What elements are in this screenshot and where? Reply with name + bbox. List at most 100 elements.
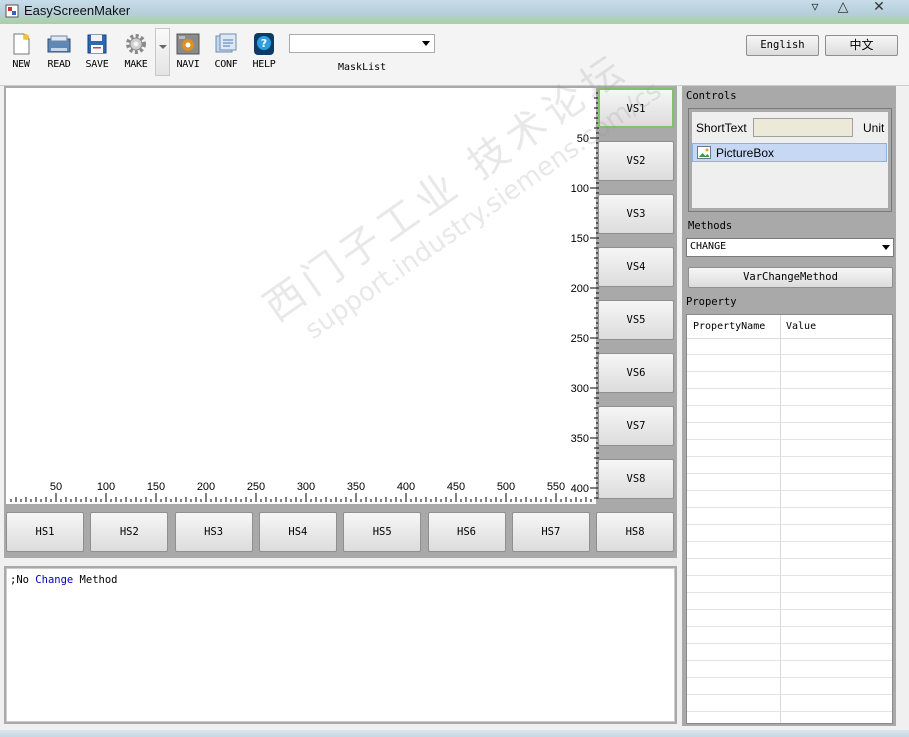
horizontal-ruler-label: 450 [447,481,465,493]
new-label: NEW [12,59,30,70]
vs-button-1[interactable]: VS1 [598,88,674,128]
help-button[interactable]: ? HELP [247,32,281,80]
app-icon [5,4,19,18]
code-suffix: Method [73,574,118,586]
methods-dropdown[interactable]: CHANGE [686,238,894,257]
horizontal-ruler-label: 250 [247,481,265,493]
grid-row-line [687,626,892,627]
vs-button-7[interactable]: VS7 [598,406,674,446]
masklist-dropdown[interactable] [289,34,435,53]
grid-row-line [687,609,892,610]
english-button[interactable]: English [746,35,819,56]
read-button[interactable]: READ [42,32,76,80]
right-panel: Controls ShortText Unit PictureBox Metho… [682,86,896,726]
save-button[interactable]: SAVE [80,32,114,80]
toolbar: NEW READ SAVE MAKE NAVI CONF ? HELP Mask… [0,24,909,86]
hs-button-6[interactable]: HS6 [427,512,506,552]
chevron-down-icon [422,41,430,46]
var-change-method-button[interactable]: VarChangeMethod [688,267,893,288]
make-button[interactable]: MAKE [119,32,153,80]
methods-selected: CHANGE [690,241,727,252]
grid-row-line [687,473,892,474]
grid-row-line [687,405,892,406]
hs-button-5[interactable]: HS5 [343,512,422,552]
horizontal-ruler-label: 550 [547,481,565,493]
hs-button-1[interactable]: HS1 [6,512,84,552]
horizontal-ruler-label: 300 [297,481,315,493]
vs-button-4[interactable]: VS4 [598,247,674,287]
horizontal-ruler-label: 50 [50,481,62,493]
help-icon: ? [254,33,274,55]
masklist-label: MaskList [338,62,387,73]
drawing-canvas[interactable] [6,88,596,504]
navi-button[interactable]: NAVI [171,32,205,80]
conf-button[interactable]: CONF [209,32,243,80]
horizontal-ruler-label: 150 [147,481,165,493]
method-code-editor[interactable]: ;No Change Method [6,568,675,722]
title-bar: EasyScreenMaker ▿ △ ✕ [0,0,909,24]
svg-text:?: ? [261,37,267,50]
shorttext-control[interactable]: ShortText Unit [692,118,888,138]
navi-label: NAVI [176,59,200,70]
grid-row-line [687,558,892,559]
help-label: HELP [252,59,276,70]
chinese-button[interactable]: 中文 [825,35,898,56]
picturebox-control[interactable]: PictureBox [692,143,887,162]
grid-row-line [687,439,892,440]
vs-button-2[interactable]: VS2 [598,141,674,181]
gear-icon [126,34,146,54]
code-prefix: ;No [10,574,36,586]
toolbar-dropdown-toggle[interactable] [155,28,170,76]
vs-button-6[interactable]: VS6 [598,353,674,393]
vertical-ruler-label: 100 [571,183,589,195]
vertical-ruler-label: 300 [571,383,589,395]
shorttext-field[interactable] [753,118,853,137]
navi-icon [176,33,200,55]
horizontal-ruler-label: 400 [397,481,415,493]
vertical-ruler: 50100150200250300350400 [571,92,599,499]
horizontal-ruler: 50 100 150 200 250 300 350 400 450 500 550 [10,481,592,502]
vertical-ruler-label: 250 [571,333,589,345]
close-icon[interactable]: ✕ [868,0,890,15]
controls-box: ShortText Unit PictureBox [688,108,892,212]
hs-button-2[interactable]: HS2 [90,512,169,552]
property-label: Property [686,296,737,308]
methods-label: Methods [688,220,733,232]
vertical-ruler-label: 200 [571,283,589,295]
make-label: MAKE [124,59,148,70]
grid-row-line [687,541,892,542]
grid-row-line [687,592,892,593]
hs-button-7[interactable]: HS7 [511,512,590,552]
hs-button-3[interactable]: HS3 [174,512,253,552]
window-title: EasyScreenMaker [24,3,131,18]
col-value[interactable]: Value [786,321,816,332]
hs-button-4[interactable]: HS4 [258,512,337,552]
horizontal-ruler-label: 100 [97,481,115,493]
canvas-area: 50 100 150 200 250 300 350 400 50 100 150 200 250 30… [4,86,677,558]
controls-list: ShortText Unit PictureBox [692,112,888,208]
new-button[interactable]: NEW [4,32,38,80]
hs-button-8[interactable]: HS8 [596,512,675,552]
maximize-icon[interactable]: △ [832,0,854,15]
picturebox-label: PictureBox [716,146,775,160]
grid-row-line [687,711,892,712]
grid-row-line [687,388,892,389]
grid-row-line [687,422,892,423]
col-property-name[interactable]: PropertyName [693,321,765,332]
grid-row-line [687,660,892,661]
horizontal-ruler-label: 350 [347,481,365,493]
vs-button-5[interactable]: VS5 [598,300,674,340]
save-icon [87,34,107,54]
taskbar [0,730,909,737]
property-grid[interactable]: PropertyName Value [686,314,893,724]
grid-row-line [687,490,892,491]
new-file-icon [13,33,30,55]
shorttext-label: ShortText [696,121,747,135]
code-area: ;No Change Method [4,566,677,724]
vs-button-8[interactable]: VS8 [598,459,674,499]
vs-button-3[interactable]: VS3 [598,194,674,234]
config-icon [215,33,237,53]
minimize-icon[interactable]: ▿ [804,0,826,15]
vertical-ruler-label: 350 [571,433,589,445]
grid-row-line [687,507,892,508]
